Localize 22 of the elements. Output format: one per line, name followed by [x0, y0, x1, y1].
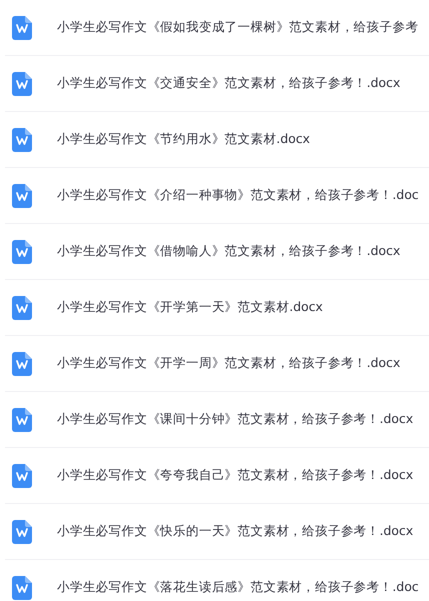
word-document-icon [12, 72, 32, 96]
word-document-icon [12, 240, 32, 264]
file-name[interactable]: 小学生必写作文《快乐的一天》范文素材，给孩子参考！.docx [57, 523, 414, 540]
word-document-icon [12, 184, 32, 208]
file-name[interactable]: 小学生必写作文《课间十分钟》范文素材，给孩子参考！.docx [57, 411, 414, 428]
word-document-icon [12, 408, 32, 432]
word-document-icon [12, 352, 32, 376]
file-name[interactable]: 小学生必写作文《夸夸我自己》范文素材，给孩子参考！.docx [57, 467, 414, 484]
file-name[interactable]: 小学生必写作文《假如我变成了一棵树》范文素材，给孩子参考 [57, 19, 418, 36]
word-document-icon [12, 128, 32, 152]
file-name[interactable]: 小学生必写作文《节约用水》范文素材.docx [57, 131, 310, 148]
word-document-icon [12, 296, 32, 320]
word-document-icon [12, 576, 32, 600]
word-document-icon [12, 464, 32, 488]
file-name[interactable]: 小学生必写作文《开学一周》范文素材，给孩子参考！.docx [57, 355, 400, 372]
file-name[interactable]: 小学生必写作文《开学第一天》范文素材.docx [57, 299, 323, 316]
file-name[interactable]: 小学生必写作文《交通安全》范文素材，给孩子参考！.docx [57, 75, 400, 92]
word-document-icon [12, 520, 32, 544]
file-name[interactable]: 小学生必写作文《落花生读后感》范文素材，给孩子参考！.doc [57, 579, 419, 596]
file-name[interactable]: 小学生必写作文《介绍一种事物》范文素材，给孩子参考！.doc [57, 187, 419, 204]
file-name[interactable]: 小学生必写作文《借物喻人》范文素材，给孩子参考！.docx [57, 243, 400, 260]
word-document-icon [12, 16, 32, 40]
